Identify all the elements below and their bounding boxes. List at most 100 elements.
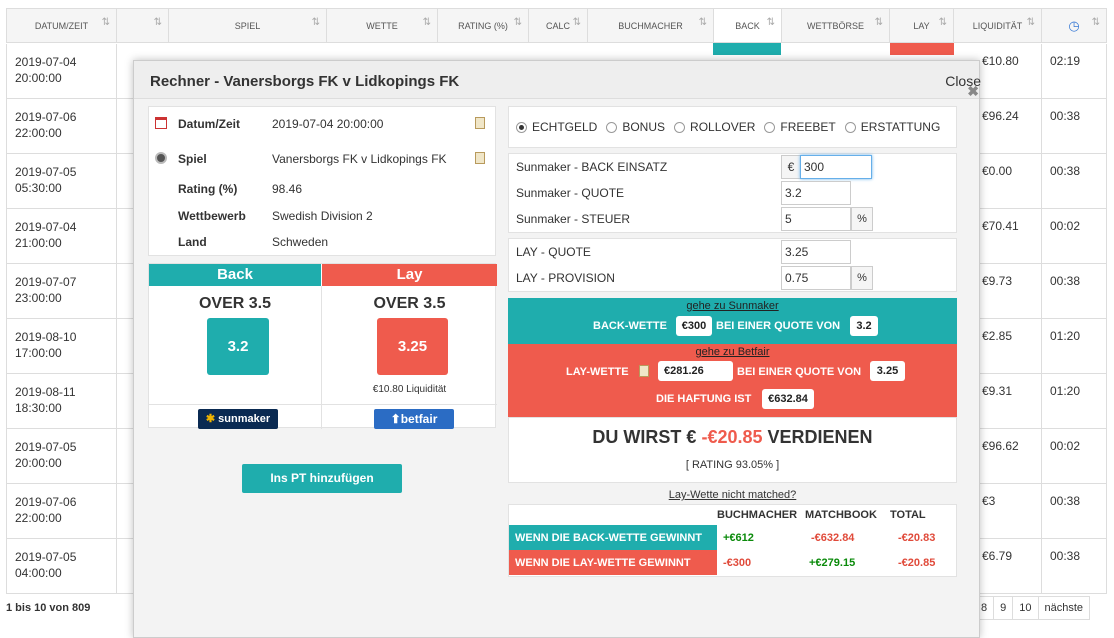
divider	[116, 99, 117, 153]
page-10[interactable]: 10	[1012, 596, 1039, 620]
radio-freebet[interactable]: FREEBET	[764, 120, 836, 134]
back-stake-input[interactable]: 300	[800, 155, 872, 179]
row-liquidity: €3	[982, 494, 996, 508]
row-liquidity: €96.62	[982, 439, 1019, 453]
betfair-logo[interactable]: ⬆betfair	[374, 409, 454, 429]
row-time: 01:20	[1050, 384, 1081, 398]
lay-fields: LAY - QUOTE 3.25 LAY - PROVISION 0.75 %	[508, 238, 957, 292]
radio-bonus[interactable]: BONUS	[606, 120, 665, 134]
radio-echtgeld[interactable]: ECHTGELD	[516, 120, 597, 134]
radio-erstattung[interactable]: ERSTATTUNG	[844, 120, 940, 134]
sort-icon[interactable]: ⇅	[423, 17, 431, 28]
lay-odds-input[interactable]: 3.25	[781, 240, 851, 264]
sort-icon[interactable]: ⇅	[573, 17, 581, 28]
tax-input[interactable]: 5	[781, 207, 851, 231]
sunmaker-logo[interactable]: ✱ sunmaker	[198, 409, 278, 429]
tax-row: Sunmaker - STEUER 5 %	[509, 206, 958, 232]
radio-icon[interactable]	[674, 121, 686, 133]
sort-icon[interactable]: ⇅	[154, 17, 162, 28]
outcome-table: BUCHMACHER MATCHBOOK TOTAL WENN DIE BACK…	[508, 504, 957, 577]
divider	[1041, 264, 1042, 318]
outcome-row-lay: WENN DIE LAY-WETTE GEWINNT -€300 +€279.1…	[509, 550, 958, 575]
divider	[1041, 484, 1042, 538]
sort-icon[interactable]: ⇅	[1027, 17, 1035, 28]
close-icon[interactable]: ✖	[967, 83, 979, 100]
lay-stake-badge[interactable]: €281.26	[658, 361, 733, 381]
sort-icon[interactable]: ⇅	[514, 17, 522, 28]
sort-icon[interactable]: ⇅	[699, 17, 707, 28]
page-9[interactable]: 9	[993, 596, 1014, 620]
percent-addon: %	[851, 207, 873, 231]
back-header: Back	[149, 264, 321, 286]
col-datum[interactable]: DATUM/ZEIT ⇅	[7, 9, 117, 42]
row-liquidity: €10.80	[982, 54, 1019, 68]
divider	[116, 154, 117, 208]
back-odds-input[interactable]: 3.2	[781, 181, 851, 205]
col-time[interactable]: ◷ ⇅	[1042, 9, 1106, 42]
radio-icon[interactable]	[844, 121, 856, 133]
radio-selected-icon[interactable]	[516, 121, 527, 133]
col-liquiditaet[interactable]: LIQUIDITÄT ⇅	[954, 9, 1042, 42]
divider	[116, 209, 117, 263]
lay-odds-row: LAY - QUOTE 3.25	[509, 239, 958, 265]
col-buchmacher[interactable]: BUCHMACHER ⇅	[588, 9, 714, 42]
info-row-wettbewerb: Wettbewerb Swedish Division 2	[178, 209, 373, 223]
col-rating[interactable]: RATING (%) ⇅	[438, 9, 529, 42]
col-wette[interactable]: WETTE ⇅	[327, 9, 438, 42]
commission-row: LAY - PROVISION 0.75 %	[509, 265, 958, 291]
col-blank[interactable]: ⇅	[117, 9, 169, 42]
bet-type-radios: ECHTGELD BONUS ROLLOVER FREEBET ERSTATTU…	[508, 106, 957, 148]
row-time: 01:20	[1050, 329, 1081, 343]
soccer-ball-icon	[155, 152, 167, 164]
col-spiel[interactable]: SPIEL ⇅	[169, 9, 327, 42]
col-back[interactable]: BACK ⇅	[714, 9, 782, 42]
col-lay[interactable]: LAY ⇅	[890, 9, 954, 42]
radio-icon[interactable]	[764, 121, 776, 133]
row-datetime: 2019-07-05 04:00:00	[15, 550, 77, 580]
lay-odds-box[interactable]: 3.25	[377, 318, 448, 375]
row-liquidity: €2.85	[982, 329, 1013, 343]
sort-icon[interactable]: ⇅	[312, 17, 320, 28]
sort-icon[interactable]: ⇅	[939, 17, 947, 28]
divider	[1041, 44, 1042, 98]
info-row-rating: Rating (%) 98.46	[178, 182, 303, 196]
col-wettboerse[interactable]: WETTBÖRSE ⇅	[782, 9, 890, 42]
table-info: 1 bis 10 von 809	[6, 602, 91, 614]
percent-addon: %	[851, 266, 873, 290]
copy-icon[interactable]	[475, 152, 485, 164]
back-bet-bar: gehe zu Sunmaker BACK-WETTE €300 BEI EIN…	[508, 298, 957, 344]
row-datetime: 2019-07-05 20:00:00	[15, 440, 77, 470]
divider	[116, 539, 117, 593]
radio-icon[interactable]	[606, 121, 618, 133]
back-market: OVER 3.5	[198, 295, 272, 312]
row-time: 00:38	[1050, 109, 1081, 123]
profit-amount: -€20.85	[701, 427, 763, 447]
info-row-spiel: Spiel Vanersborgs FK v Lidkopings FK	[149, 152, 495, 172]
divider	[1041, 99, 1042, 153]
calendar-icon	[155, 117, 167, 129]
divider	[1041, 209, 1042, 263]
copy-icon[interactable]	[475, 117, 485, 129]
add-to-portfolio-button[interactable]: Ins PT hinzufügen	[242, 464, 402, 493]
radio-rollover[interactable]: ROLLOVER	[674, 120, 755, 134]
back-odds-badge: 3.2	[850, 316, 878, 336]
goto-sunmaker-link[interactable]: gehe zu Sunmaker	[508, 300, 957, 312]
copy-icon[interactable]	[639, 365, 649, 377]
info-row-land: Land Schweden	[178, 235, 329, 249]
sort-icon[interactable]: ⇅	[767, 17, 775, 28]
sort-icon[interactable]: ⇅	[875, 17, 883, 28]
commission-input[interactable]: 0.75	[781, 266, 851, 290]
row-datetime: 2019-07-04 21:00:00	[15, 220, 77, 250]
not-matched-link[interactable]: Lay-Wette nicht matched?	[508, 489, 957, 501]
divider	[116, 429, 117, 483]
row-liquidity: €0.00	[982, 164, 1013, 178]
info-row-datum: Datum/Zeit 2019-07-04 20:00:00	[149, 117, 495, 137]
divider	[1041, 319, 1042, 373]
goto-betfair-link[interactable]: gehe zu Betfair	[508, 346, 957, 358]
sort-icon[interactable]: ⇅	[102, 17, 110, 28]
sort-icon[interactable]: ⇅	[1092, 17, 1100, 28]
page-next[interactable]: nächste	[1037, 596, 1091, 620]
result-panel: DU WIRST € -€20.85 VERDIENEN [ RATING 93…	[508, 417, 957, 483]
back-odds-box[interactable]: 3.2	[207, 318, 269, 375]
col-calc[interactable]: CALC ⇅	[529, 9, 588, 42]
